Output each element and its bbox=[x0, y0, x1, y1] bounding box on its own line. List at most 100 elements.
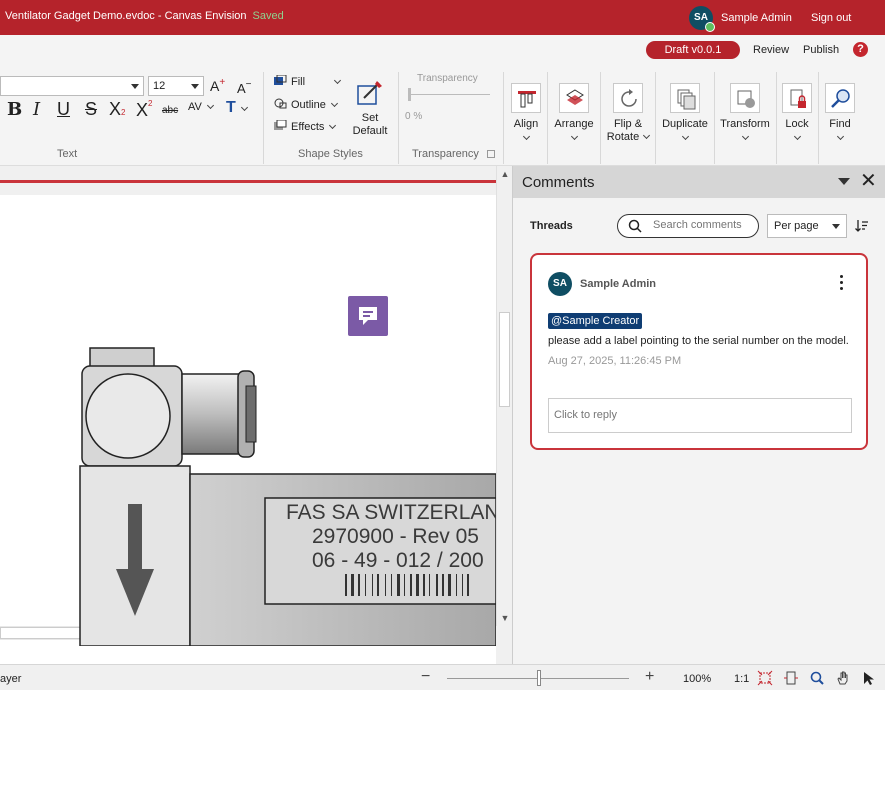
rotate-icon bbox=[613, 83, 643, 113]
flip-rotate-button[interactable]: Flip & Rotate bbox=[606, 83, 651, 144]
fill-label: Fill bbox=[291, 76, 306, 88]
text-group-label: Text bbox=[57, 148, 78, 160]
pan-hand-icon[interactable] bbox=[835, 670, 851, 686]
rotate-label: Rotate bbox=[606, 131, 640, 143]
effects-button[interactable]: Effects bbox=[274, 120, 337, 133]
dropdown-arrow-icon bbox=[191, 84, 199, 89]
dialog-launcher-icon[interactable] bbox=[487, 150, 495, 158]
transparency-slider-label: Transparency bbox=[417, 73, 478, 84]
zoom-in-button[interactable]: + bbox=[645, 668, 654, 686]
search-box[interactable] bbox=[617, 214, 759, 238]
grow-font-button[interactable]: A+ bbox=[210, 77, 225, 94]
window-title: Ventilator Gadget Demo.evdoc - Canvas En… bbox=[5, 10, 284, 22]
vertical-scrollbar[interactable]: ▲ ▼ bbox=[496, 166, 512, 626]
reply-input[interactable] bbox=[554, 409, 844, 421]
outline-button[interactable]: Outline bbox=[274, 98, 338, 111]
close-icon[interactable]: ✕ bbox=[860, 170, 877, 192]
fit-page-icon[interactable] bbox=[757, 670, 773, 686]
lock-button[interactable]: Lock bbox=[782, 83, 812, 141]
threads-label: Threads bbox=[530, 220, 573, 232]
ventilator-model[interactable]: FAS SA SWITZERLAN 2970900 - Rev 05 06 - … bbox=[0, 316, 496, 646]
align-label: Align bbox=[513, 118, 539, 130]
comments-title: Comments bbox=[522, 174, 595, 191]
font-family-select[interactable] bbox=[0, 76, 144, 96]
search-input[interactable] bbox=[653, 219, 753, 231]
shrink-font-icon: A bbox=[237, 81, 246, 96]
find-button[interactable]: Find bbox=[825, 83, 855, 141]
set-default-button[interactable]: Set Default bbox=[352, 77, 388, 138]
vertical-scroll-thumb[interactable] bbox=[499, 312, 510, 407]
select-pointer-icon[interactable] bbox=[861, 670, 877, 686]
duplicate-button[interactable]: Duplicate bbox=[661, 83, 709, 141]
avatar: SA bbox=[548, 272, 572, 296]
align-icon bbox=[511, 83, 541, 113]
comment-pin-icon[interactable] bbox=[348, 296, 388, 336]
italic-button[interactable]: I bbox=[33, 99, 40, 120]
more-options-icon[interactable] bbox=[838, 275, 844, 293]
lock-icon bbox=[782, 83, 812, 113]
plate-line-3: 06 - 49 - 012 / 200 bbox=[312, 549, 484, 572]
zoom-out-button[interactable]: − bbox=[421, 668, 430, 686]
character-spacing-button[interactable]: AV bbox=[188, 101, 214, 113]
transparency-slider[interactable] bbox=[410, 94, 490, 95]
chevron-down-icon bbox=[522, 132, 530, 141]
arrange-button[interactable]: Arrange bbox=[554, 83, 594, 141]
per-page-select[interactable]: Per page bbox=[767, 214, 847, 238]
plus-icon: + bbox=[219, 77, 226, 88]
ribbon-separator bbox=[398, 72, 399, 164]
mention-tag[interactable]: @Sample Creator bbox=[548, 313, 643, 329]
publish-link[interactable]: Publish bbox=[803, 44, 839, 56]
font-size-select[interactable]: 12 bbox=[148, 76, 204, 96]
sort-icon[interactable] bbox=[855, 219, 869, 233]
ribbon-separator bbox=[714, 72, 715, 164]
outline-label: Outline bbox=[291, 99, 326, 111]
sign-out-link[interactable]: Sign out bbox=[811, 12, 851, 24]
chevron-down-icon bbox=[206, 101, 214, 110]
minus-icon: − bbox=[245, 79, 252, 90]
plate-line-1: FAS SA SWITZERLAN bbox=[286, 501, 496, 524]
page-boundary-line bbox=[0, 180, 496, 183]
align-button[interactable]: Align bbox=[511, 83, 541, 141]
plate-line-2: 2970900 - Rev 05 bbox=[312, 525, 479, 548]
find-label: Find bbox=[829, 118, 851, 130]
draft-version-badge[interactable]: Draft v0.0.1 bbox=[646, 41, 740, 59]
transform-button[interactable]: Transform bbox=[720, 83, 770, 141]
help-icon[interactable]: ? bbox=[853, 42, 868, 57]
transparency-group-label: Transparency bbox=[412, 148, 479, 160]
scroll-up-icon[interactable]: ▲ bbox=[498, 167, 512, 181]
subscript-button[interactable]: X2 bbox=[109, 99, 125, 120]
underline-button[interactable]: U bbox=[57, 99, 70, 120]
chevron-down-icon bbox=[793, 132, 801, 141]
fill-button[interactable]: Fill bbox=[274, 75, 342, 88]
shrink-font-button[interactable]: A− bbox=[237, 79, 252, 96]
title-bar: Ventilator Gadget Demo.evdoc - Canvas En… bbox=[0, 0, 885, 35]
fit-width-icon[interactable] bbox=[783, 670, 799, 686]
chevron-down-icon bbox=[643, 131, 651, 140]
user-name[interactable]: Sample Admin bbox=[721, 12, 792, 24]
superscript-button[interactable]: X2 bbox=[136, 99, 152, 121]
actual-size-button[interactable]: 1:1 bbox=[734, 673, 749, 685]
online-status-icon bbox=[705, 22, 715, 32]
superscript-icon: X bbox=[136, 100, 149, 120]
strikethrough-button[interactable]: S bbox=[85, 99, 97, 120]
text-color-button[interactable]: T bbox=[226, 99, 248, 117]
reply-box[interactable] bbox=[548, 398, 852, 433]
scroll-down-icon[interactable]: ▼ bbox=[498, 611, 512, 625]
review-link[interactable]: Review bbox=[753, 44, 789, 56]
zoom-level[interactable]: 100% bbox=[683, 673, 711, 685]
transparency-slider-thumb[interactable] bbox=[408, 88, 411, 101]
zoom-slider-thumb[interactable] bbox=[537, 670, 541, 686]
dropdown-arrow-icon bbox=[832, 224, 840, 229]
ribbon-separator bbox=[503, 72, 504, 164]
chevron-down-icon bbox=[836, 132, 844, 141]
chevron-down-icon[interactable] bbox=[838, 178, 850, 185]
grow-font-icon: A bbox=[210, 78, 220, 94]
user-initials: SA bbox=[694, 12, 708, 23]
comment-thread-card[interactable]: SA Sample Admin @Sample Creator please a… bbox=[530, 253, 868, 450]
ribbon-separator bbox=[818, 72, 819, 164]
user-avatar[interactable]: SA bbox=[689, 6, 715, 32]
clear-format-button[interactable]: abc bbox=[162, 105, 178, 116]
zoom-icon[interactable] bbox=[809, 670, 825, 686]
chevron-down-icon bbox=[329, 121, 337, 130]
bold-button[interactable]: B bbox=[7, 99, 22, 120]
